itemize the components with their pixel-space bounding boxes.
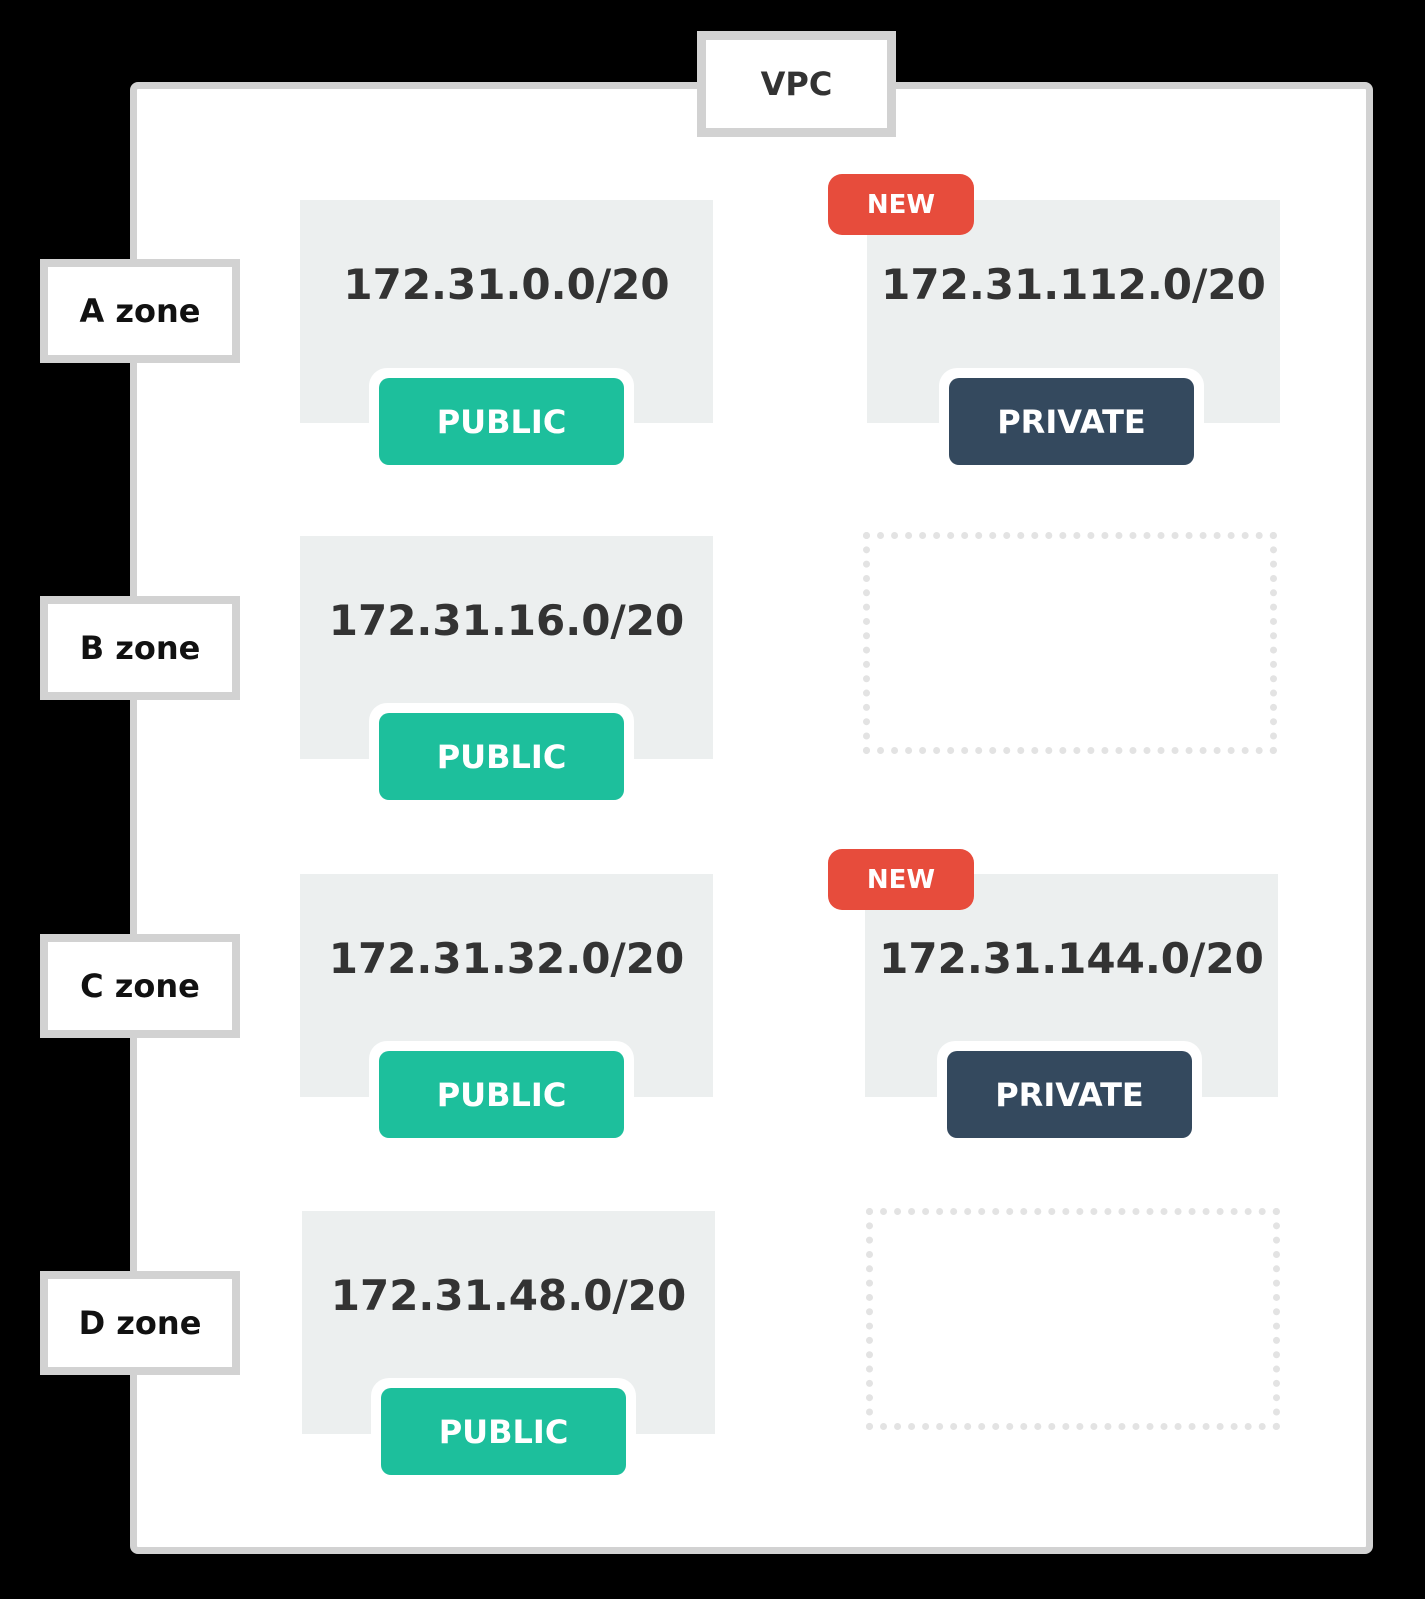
public-tag: PUBLIC	[379, 378, 624, 465]
vpc-label: VPC	[697, 31, 896, 137]
subnet-cidr: 172.31.48.0/20	[330, 1271, 687, 1320]
subnet-cidr: 172.31.32.0/20	[328, 934, 685, 983]
empty-subnet-slot-d	[866, 1208, 1280, 1430]
subnet-type-pill: PUBLIC	[369, 703, 634, 810]
new-badge: NEW	[828, 849, 974, 910]
subnet-cidr: 172.31.16.0/20	[328, 596, 685, 645]
new-badge: NEW	[828, 174, 974, 235]
public-tag: PUBLIC	[379, 1051, 624, 1138]
empty-subnet-slot-b	[863, 532, 1277, 754]
subnet-cidr: 172.31.112.0/20	[881, 260, 1266, 309]
zone-label-b: B zone	[40, 596, 240, 700]
subnet-type-pill: PUBLIC	[369, 1041, 634, 1148]
subnet-type-pill: PRIVATE	[937, 1041, 1202, 1148]
private-tag: PRIVATE	[949, 378, 1194, 465]
public-tag: PUBLIC	[379, 713, 624, 800]
zone-label-a: A zone	[40, 259, 240, 363]
public-tag: PUBLIC	[381, 1388, 626, 1475]
zone-label-c: C zone	[40, 934, 240, 1038]
subnet-type-pill: PRIVATE	[939, 368, 1204, 475]
zone-label-d: D zone	[40, 1271, 240, 1375]
subnet-type-pill: PUBLIC	[371, 1378, 636, 1485]
subnet-cidr: 172.31.144.0/20	[879, 934, 1264, 983]
private-tag: PRIVATE	[947, 1051, 1192, 1138]
subnet-cidr: 172.31.0.0/20	[343, 260, 670, 309]
subnet-type-pill: PUBLIC	[369, 368, 634, 475]
